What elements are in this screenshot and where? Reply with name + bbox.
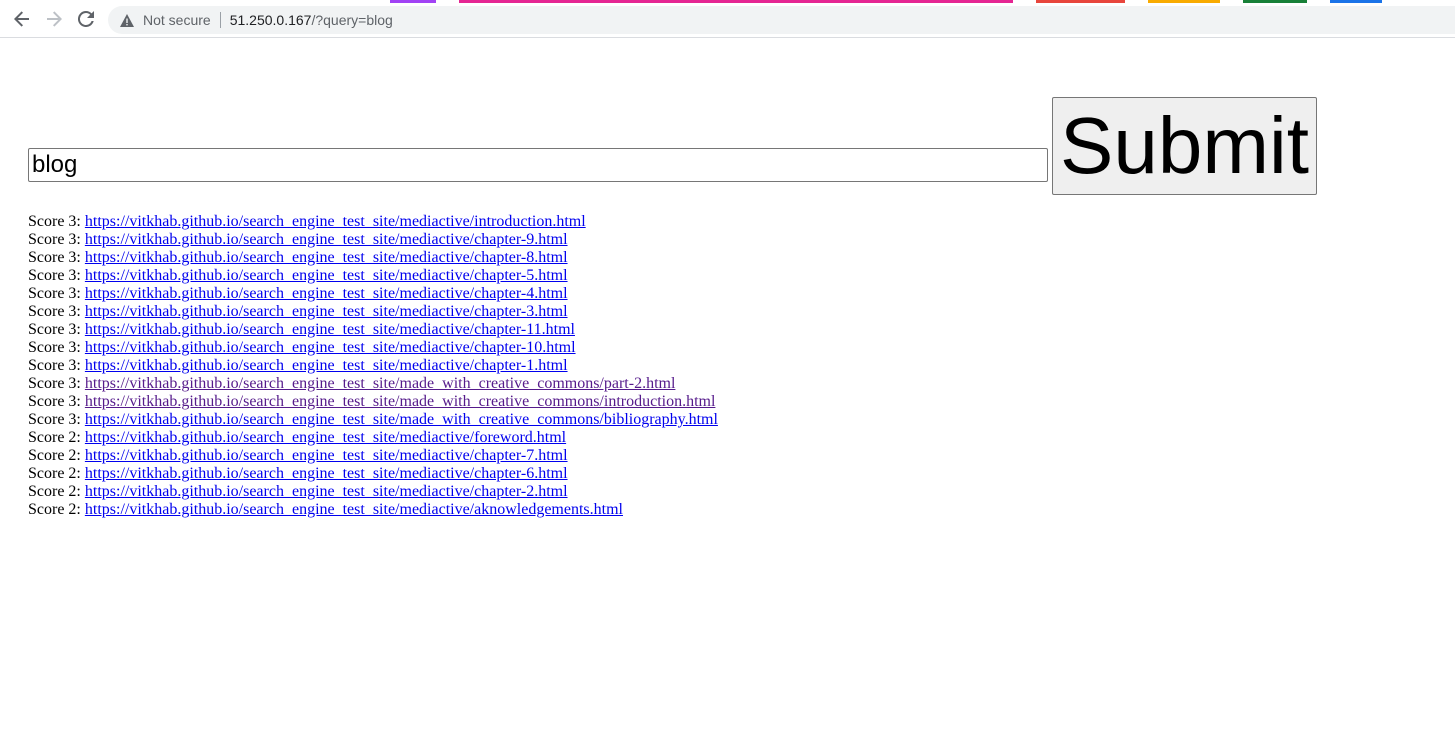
result-score: Score 3: — [28, 231, 81, 248]
result-score: Score 2: — [28, 447, 81, 464]
address-divider — [219, 12, 221, 28]
result-score: Score 3: — [28, 321, 81, 338]
result-score: Score 3: — [28, 375, 81, 392]
result-row: Score 3: https://vitkhab.github.io/searc… — [28, 249, 718, 267]
results-list: Score 3: https://vitkhab.github.io/searc… — [28, 213, 718, 519]
reload-button[interactable] — [75, 8, 97, 30]
result-row: Score 2: https://vitkhab.github.io/searc… — [28, 429, 718, 447]
result-link[interactable]: https://vitkhab.github.io/search_engine_… — [85, 267, 568, 284]
result-link[interactable]: https://vitkhab.github.io/search_engine_… — [85, 249, 568, 266]
result-link[interactable]: https://vitkhab.github.io/search_engine_… — [85, 357, 568, 374]
result-score: Score 2: — [28, 483, 81, 500]
not-secure-label[interactable]: Not secure — [143, 12, 211, 28]
result-link[interactable]: https://vitkhab.github.io/search_engine_… — [85, 447, 568, 464]
result-score: Score 3: — [28, 213, 81, 230]
forward-button[interactable] — [43, 8, 65, 30]
result-link[interactable]: https://vitkhab.github.io/search_engine_… — [85, 321, 575, 338]
forward-arrow-icon — [47, 11, 62, 27]
tab-color-yellow — [1148, 0, 1220, 3]
tab-color-red — [1036, 0, 1125, 3]
result-link[interactable]: https://vitkhab.github.io/search_engine_… — [85, 465, 568, 482]
result-row: Score 3: https://vitkhab.github.io/searc… — [28, 267, 718, 285]
tab-strip — [0, 0, 1455, 3]
back-arrow-icon — [14, 11, 29, 27]
reload-icon — [78, 11, 94, 27]
result-link[interactable]: https://vitkhab.github.io/search_engine_… — [85, 339, 576, 356]
result-row: Score 2: https://vitkhab.github.io/searc… — [28, 483, 718, 501]
result-score: Score 3: — [28, 393, 81, 410]
result-row: Score 3: https://vitkhab.github.io/searc… — [28, 321, 718, 339]
result-score: Score 3: — [28, 303, 81, 320]
result-row: Score 2: https://vitkhab.github.io/searc… — [28, 447, 718, 465]
result-link[interactable]: https://vitkhab.github.io/search_engine_… — [85, 285, 568, 302]
result-link[interactable]: https://vitkhab.github.io/search_engine_… — [85, 501, 623, 518]
back-button[interactable] — [11, 8, 33, 30]
result-score: Score 2: — [28, 429, 81, 446]
result-row: Score 3: https://vitkhab.github.io/searc… — [28, 213, 718, 231]
result-row: Score 3: https://vitkhab.github.io/searc… — [28, 411, 718, 429]
result-row: Score 3: https://vitkhab.github.io/searc… — [28, 303, 718, 321]
result-row: Score 3: https://vitkhab.github.io/searc… — [28, 231, 718, 249]
result-link[interactable]: https://vitkhab.github.io/search_engine_… — [85, 303, 568, 320]
result-row: Score 3: https://vitkhab.github.io/searc… — [28, 357, 718, 375]
result-link[interactable]: https://vitkhab.github.io/search_engine_… — [85, 411, 718, 428]
result-score: Score 2: — [28, 501, 81, 518]
result-score: Score 3: — [28, 339, 81, 356]
result-link[interactable]: https://vitkhab.github.io/search_engine_… — [85, 429, 566, 446]
result-score: Score 3: — [28, 411, 81, 428]
result-score: Score 3: — [28, 357, 81, 374]
result-score: Score 3: — [28, 249, 81, 266]
tab-color-pink — [459, 0, 1013, 3]
url-text[interactable]: 51.250.0.167/?query=blog — [230, 12, 393, 28]
result-score: Score 3: — [28, 267, 81, 284]
result-score: Score 2: — [28, 465, 81, 482]
result-link[interactable]: https://vitkhab.github.io/search_engine_… — [85, 231, 568, 248]
search-input[interactable] — [28, 148, 1048, 182]
submit-button[interactable]: Submit — [1052, 97, 1317, 195]
result-row: Score 3: https://vitkhab.github.io/searc… — [28, 393, 718, 411]
result-row: Score 3: https://vitkhab.github.io/searc… — [28, 375, 718, 393]
search-form: Submit — [28, 97, 1328, 197]
result-row: Score 3: https://vitkhab.github.io/searc… — [28, 285, 718, 303]
url-host: 51.250.0.167 — [229, 12, 312, 28]
tab-color-green — [1243, 0, 1307, 3]
result-link[interactable]: https://vitkhab.github.io/search_engine_… — [85, 375, 676, 392]
tab-color-purple — [390, 0, 436, 3]
browser-toolbar: Not secure 51.250.0.167/?query=blog — [0, 0, 1455, 38]
result-link[interactable]: https://vitkhab.github.io/search_engine_… — [85, 483, 568, 500]
tab-color-blue — [1330, 0, 1382, 3]
result-score: Score 3: — [28, 285, 81, 302]
address-bar[interactable]: Not secure 51.250.0.167/?query=blog — [108, 6, 1455, 34]
url-path: /?query=blog — [311, 12, 393, 28]
result-row: Score 2: https://vitkhab.github.io/searc… — [28, 501, 718, 519]
result-row: Score 3: https://vitkhab.github.io/searc… — [28, 339, 718, 357]
result-row: Score 2: https://vitkhab.github.io/searc… — [28, 465, 718, 483]
result-link[interactable]: https://vitkhab.github.io/search_engine_… — [85, 393, 716, 410]
result-link[interactable]: https://vitkhab.github.io/search_engine_… — [85, 213, 586, 230]
warning-triangle-icon[interactable] — [120, 13, 134, 27]
